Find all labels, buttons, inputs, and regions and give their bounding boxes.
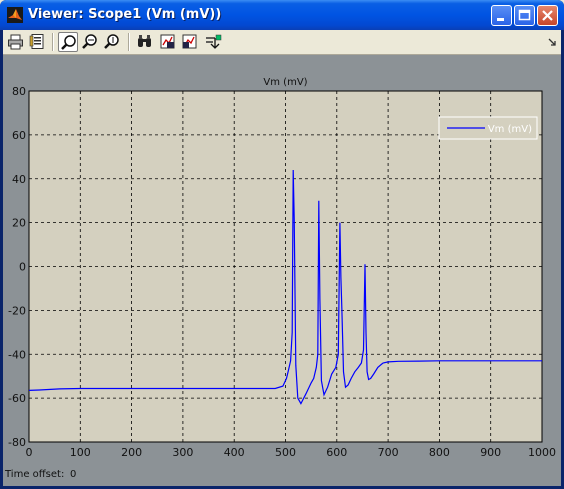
zoom-y-button[interactable]	[102, 32, 122, 52]
toolbar	[3, 30, 561, 55]
scope-window: Viewer: Scope1 (Vm (mV)) Vm (mV) 0 100 2…	[0, 0, 564, 489]
time-offset-value: 0	[70, 469, 77, 480]
restore-axes-button[interactable]	[180, 32, 200, 52]
autoscale-button[interactable]	[135, 32, 155, 52]
window-body: Vm (mV) 0 100 200 300 400 500 600 700 800 900 1000-…	[3, 30, 561, 486]
y-tick-label: -40	[8, 348, 26, 361]
y-tick-label: 60	[12, 129, 26, 142]
x-tick-label: 700	[378, 446, 399, 459]
print-icon	[8, 34, 23, 50]
x-tick-label: 100	[70, 446, 91, 459]
scope-plot-area: Vm (mV) 0 100 200 300 400 500 600 700 800 900 1000-…	[3, 55, 561, 486]
minimize-icon	[497, 18, 504, 21]
print-button[interactable]	[6, 32, 26, 52]
toolbar-separator	[52, 33, 54, 51]
maximize-icon	[518, 9, 531, 21]
parameters-button[interactable]	[28, 32, 48, 52]
time-offset-bar: Time offset: 0	[3, 465, 561, 486]
y-tick-label: 80	[12, 85, 26, 98]
close-button[interactable]	[537, 5, 558, 26]
x-tick-label: 900	[480, 446, 501, 459]
time-offset-label: Time offset:	[5, 469, 65, 480]
x-tick-label: 400	[224, 446, 245, 459]
close-icon	[542, 10, 553, 21]
toolbar-dock-arrow-icon[interactable]	[548, 38, 557, 47]
signal-selection-button[interactable]	[204, 32, 224, 52]
restore-axes-icon	[182, 34, 197, 49]
parameters-icon	[29, 34, 44, 49]
y-tick-label: -80	[8, 436, 26, 449]
zoom-icon	[61, 35, 76, 50]
window-title: Viewer: Scope1 (Vm (mV))	[28, 7, 222, 22]
x-tick-label: 600	[326, 446, 347, 459]
y-tick-label: 40	[12, 173, 26, 186]
y-tick-label: 0	[19, 261, 26, 274]
title-bar[interactable]: Viewer: Scope1 (Vm (mV))	[0, 0, 564, 30]
minimize-button[interactable]	[491, 5, 512, 26]
zoom-button[interactable]	[58, 32, 78, 52]
maximize-button[interactable]	[514, 5, 535, 26]
x-tick-label: 300	[172, 446, 193, 459]
x-tick-label: 800	[429, 446, 450, 459]
chart-title: Vm (mV)	[263, 77, 307, 88]
autoscale-icon	[138, 35, 151, 47]
save-axes-icon	[160, 34, 175, 49]
signal-selection-icon	[206, 34, 222, 49]
legend-label: Vm (mV)	[488, 124, 532, 135]
x-tick-label: 0	[26, 446, 33, 459]
zoom-x-icon	[82, 34, 97, 49]
zoom-x-button[interactable]	[80, 32, 100, 52]
scope-axes[interactable]: Vm (mV)0 100 200 300 400 500 600 700 800 900 1000-…	[3, 55, 561, 465]
x-tick-label: 1000	[528, 446, 556, 459]
y-tick-label: 20	[12, 217, 26, 230]
x-tick-label: 200	[121, 446, 142, 459]
y-tick-label: -20	[8, 304, 26, 317]
y-tick-label: -60	[8, 392, 26, 405]
matlab-icon	[7, 7, 23, 23]
toolbar-separator	[128, 33, 130, 51]
zoom-y-icon	[104, 34, 119, 49]
save-axes-button[interactable]	[158, 32, 178, 52]
x-tick-label: 500	[275, 446, 296, 459]
